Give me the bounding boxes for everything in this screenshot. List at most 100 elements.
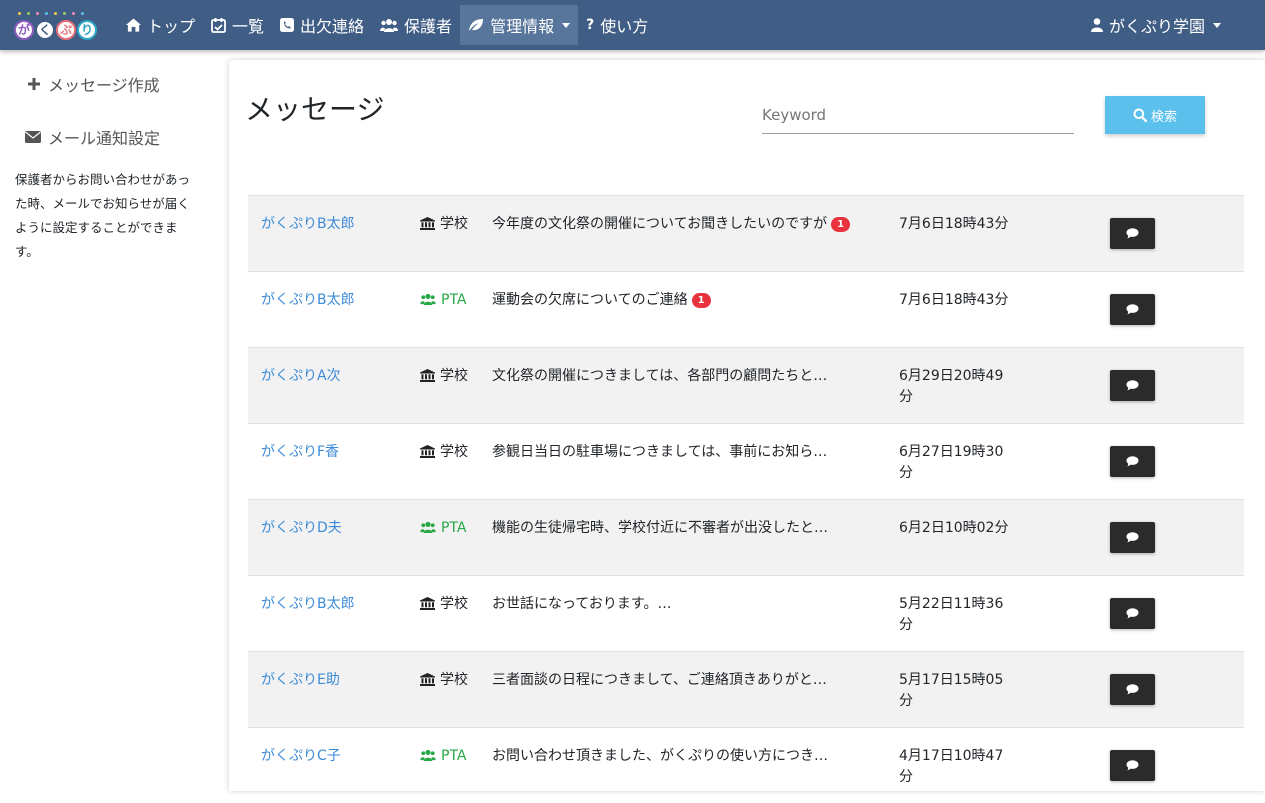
sender-name-link[interactable]: がくぷりD夫 <box>261 518 342 539</box>
message-date: 5月17日15時05分 <box>899 672 1004 709</box>
nav-admin-label: 管理情報 <box>490 17 555 36</box>
open-message-button[interactable] <box>1110 218 1155 249</box>
nav-help[interactable]: ? 使い方 <box>578 5 656 45</box>
sender-name-link[interactable]: がくぷりC子 <box>261 746 341 767</box>
message-subject: 今年度の文化祭の開催についてお聞きしたいのですが 1 <box>492 214 852 235</box>
comment-icon <box>1126 532 1139 543</box>
open-message-button[interactable] <box>1110 370 1155 401</box>
school-icon <box>420 217 435 230</box>
messages-table: がくぷりB太郎 学校 今年度の文化祭の開催についてお聞きしたいのですが 1 7月6日18… <box>248 195 1244 803</box>
logo-dots <box>18 12 84 15</box>
plus-icon <box>26 78 42 90</box>
unread-badge: 1 <box>831 217 851 232</box>
message-date: 6月29日20時49分 <box>899 368 1004 405</box>
logo-letters: が く ぷ り <box>14 20 97 40</box>
table-row: がくぷりB太郎 学校 今年度の文化祭の開催についてお聞きしたいのですが 1 7月6日18… <box>248 195 1244 271</box>
nav-list-label: 一覧 <box>232 17 265 36</box>
user-name: がくぷり学園 <box>1108 17 1205 36</box>
message-subject: お問い合わせ頂きました、がくぷりの使い方につき… <box>492 746 852 767</box>
nav-help-label: 使い方 <box>600 17 649 36</box>
mail-settings-label: メール通知設定 <box>48 129 161 148</box>
open-message-button[interactable] <box>1110 446 1155 477</box>
open-message-button[interactable] <box>1110 522 1155 553</box>
subject-text: お問い合わせ頂きました、がくぷりの使い方につき… <box>492 748 828 764</box>
category-label: PTA <box>420 518 470 539</box>
category-text: PTA <box>441 748 467 764</box>
message-date: 4月17日10時47分 <box>899 748 1004 785</box>
message-date: 7月6日18時43分 <box>899 216 1009 232</box>
sender-name-link[interactable]: がくぷりA次 <box>261 366 341 387</box>
category-text: PTA <box>441 520 467 536</box>
comment-icon <box>1126 760 1139 771</box>
subject-text: 文化祭の開催につきましては、各部門の顧問たちと… <box>492 368 828 384</box>
message-subject: 参観日当日の駐車場につきましては、事前にお知ら… <box>492 442 852 463</box>
subject-text: 今年度の文化祭の開催についてお聞きしたいのですが <box>492 216 828 232</box>
comment-icon <box>1126 380 1139 391</box>
sender-name-link[interactable]: がくぷりE助 <box>261 670 340 691</box>
chevron-down-icon <box>562 22 571 28</box>
nav-attendance-label: 出欠連絡 <box>300 17 365 36</box>
sender-name-link[interactable]: がくぷりB太郎 <box>261 214 355 235</box>
page-title: メッセージ <box>245 93 385 126</box>
users-icon <box>420 749 436 761</box>
calendar-check-icon <box>211 17 226 33</box>
table-row: がくぷりD夫 PTA 機能の生徒帰宅時、学校付近に不審者が出没したと… 6月2日10時… <box>248 499 1244 575</box>
comment-icon <box>1126 456 1139 467</box>
open-message-button[interactable] <box>1110 294 1155 325</box>
table-row: がくぷりF香 学校 参観日当日の駐車場につきましては、事前にお知ら… 6月27日19時… <box>248 423 1244 499</box>
search-icon <box>1133 108 1147 122</box>
subject-text: 機能の生徒帰宅時、学校付近に不審者が出没したと… <box>492 520 828 536</box>
category-text: 学校 <box>440 596 468 612</box>
school-icon <box>420 673 435 686</box>
sender-name-link[interactable]: がくぷりB太郎 <box>261 290 355 311</box>
message-date: 7月6日18時43分 <box>899 292 1009 308</box>
compose-message-link[interactable]: メッセージ作成 <box>26 72 160 96</box>
category-text: 学校 <box>440 444 468 460</box>
envelope-icon <box>24 131 42 143</box>
user-menu-dropdown[interactable]: がくぷり学園 <box>1090 5 1221 45</box>
search-input[interactable] <box>762 96 1074 133</box>
nav-list[interactable]: 一覧 <box>203 5 272 45</box>
school-icon <box>420 597 435 610</box>
nav-top[interactable]: トップ <box>118 5 203 45</box>
search-button[interactable]: 検索 <box>1105 96 1205 134</box>
phone-square-icon <box>280 18 295 32</box>
open-message-button[interactable] <box>1110 750 1155 781</box>
mail-settings-description: 保護者からお問い合わせがあった時、メールでお知らせが届くように設定することができ… <box>15 172 191 259</box>
search-button-label: 検索 <box>1150 109 1177 125</box>
comment-icon <box>1126 304 1139 315</box>
unread-badge: 1 <box>691 293 711 308</box>
main-nav: トップ 一覧 出欠連絡 保護者 管理情報 ? 使い方 <box>118 5 656 45</box>
message-date: 6月2日10時02分 <box>899 520 1009 536</box>
brand-logo[interactable]: が く ぷ り <box>14 12 98 44</box>
sender-name-link[interactable]: がくぷりF香 <box>261 442 339 463</box>
table-row: がくぷりB太郎 PTA 運動会の欠席についてのご連絡 1 7月6日18時43分 <box>248 271 1244 347</box>
category-text: 学校 <box>440 216 468 232</box>
messages-card: メッセージ 検索 がくぷりB太郎学校今年度の文化祭の開催についてお聞きしたいので… <box>229 60 1265 791</box>
message-subject: 運動会の欠席についてのご連絡 1 <box>492 290 852 311</box>
category-text: PTA <box>441 292 467 308</box>
nav-top-label: トップ <box>147 17 196 36</box>
open-message-button[interactable] <box>1110 674 1155 705</box>
comment-icon <box>1126 684 1139 695</box>
sender-name-link[interactable]: がくぷりB太郎 <box>261 594 355 615</box>
category-label: 学校 <box>420 214 470 235</box>
nav-admin-dropdown[interactable]: 管理情報 <box>460 5 579 45</box>
message-subject: 機能の生徒帰宅時、学校付近に不審者が出没したと… <box>492 518 852 539</box>
subject-text: 参観日当日の駐車場につきましては、事前にお知ら… <box>492 444 828 460</box>
message-date: 5月22日11時36分 <box>899 596 1004 633</box>
mail-settings-link[interactable]: メール通知設定 <box>24 125 160 149</box>
nav-attendance[interactable]: 出欠連絡 <box>272 5 372 45</box>
sidebar: メッセージ作成 メール通知設定 保護者からお問い合わせがあった時、メールでお知ら… <box>0 50 228 791</box>
nav-guardians[interactable]: 保護者 <box>372 5 460 45</box>
comment-icon <box>1126 228 1139 239</box>
category-label: PTA <box>420 290 470 311</box>
open-message-button[interactable] <box>1110 598 1155 629</box>
message-subject: お世話になっております。… <box>492 594 852 615</box>
question-icon: ? <box>586 17 595 33</box>
message-date: 6月27日19時30分 <box>899 444 1004 481</box>
compose-message-label: メッセージ作成 <box>48 76 160 95</box>
user-icon <box>1090 18 1103 32</box>
subject-text: お世話になっております。… <box>492 596 672 612</box>
message-subject: 文化祭の開催につきましては、各部門の顧問たちと… <box>492 366 852 387</box>
